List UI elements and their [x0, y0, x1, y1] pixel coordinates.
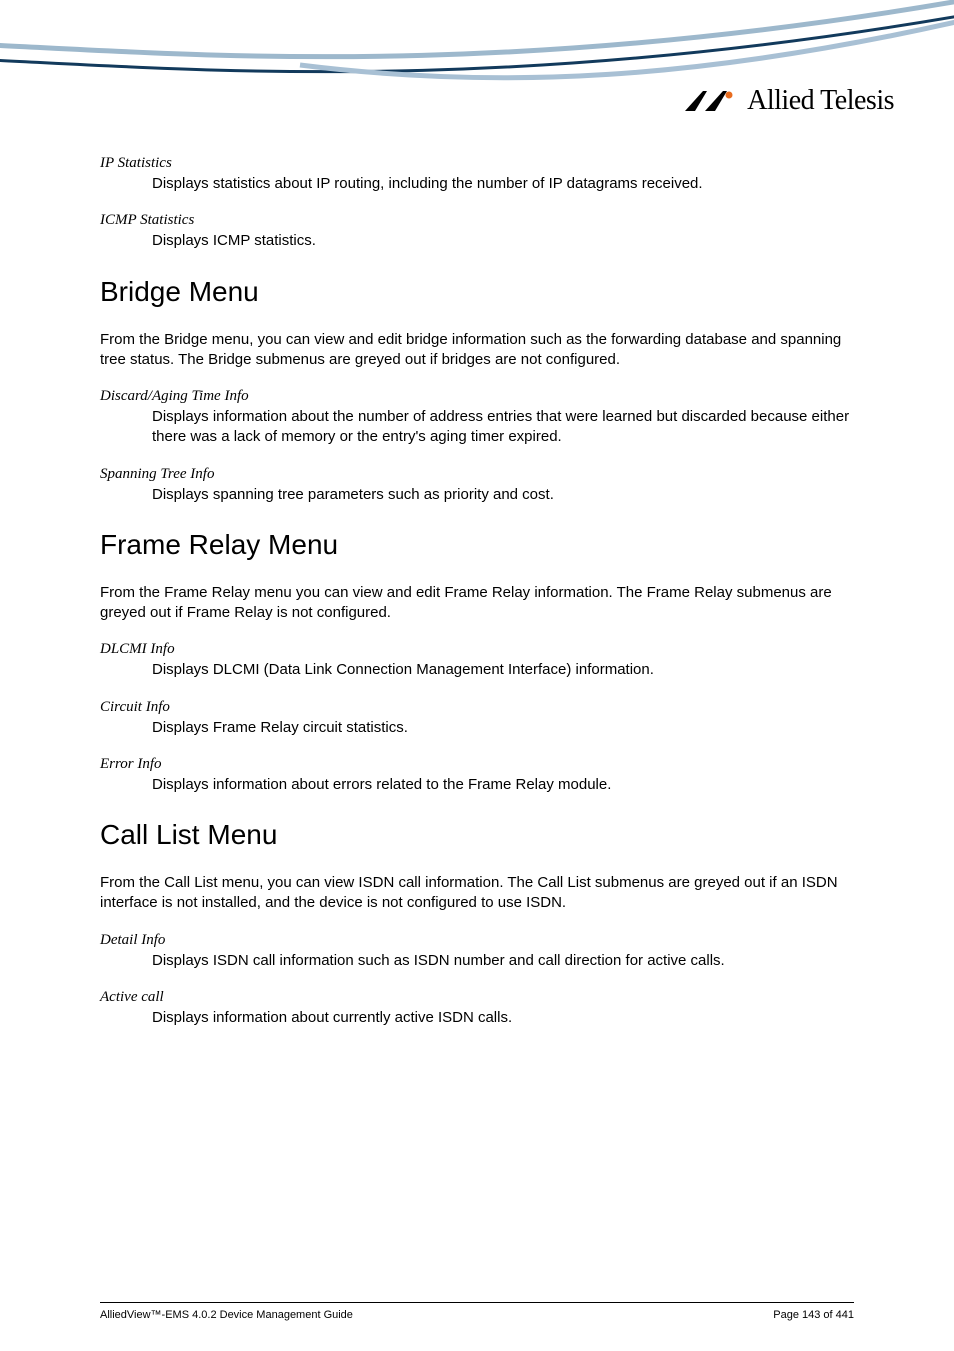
desc-dlcmi: Displays DLCMI (Data Link Connection Man…	[152, 660, 854, 680]
term-ip-statistics: IP Statistics	[100, 155, 854, 172]
term-dlcmi: DLCMI Info	[100, 641, 854, 658]
desc-detail-info: Displays ISDN call information such as I…	[152, 951, 854, 971]
desc-spanning-tree: Displays spanning tree parameters such a…	[152, 485, 854, 505]
desc-icmp-statistics: Displays ICMP statistics.	[152, 231, 854, 251]
intro-frame-relay: From the Frame Relay menu you can view a…	[100, 583, 854, 624]
brand-name: Allied Telesis	[747, 85, 894, 117]
heading-frame-relay: Frame Relay Menu	[100, 529, 854, 561]
term-error: Error Info	[100, 756, 854, 773]
term-discard-aging: Discard/Aging Time Info	[100, 388, 854, 405]
heading-call-list: Call List Menu	[100, 819, 854, 851]
desc-circuit: Displays Frame Relay circuit statistics.	[152, 718, 854, 738]
term-circuit: Circuit Info	[100, 699, 854, 716]
term-active-call: Active call	[100, 989, 854, 1006]
heading-bridge-menu: Bridge Menu	[100, 276, 854, 308]
desc-discard-aging: Displays information about the number of…	[152, 407, 854, 448]
brand-logo-icon	[685, 89, 741, 113]
footer-title: AlliedView™-EMS 4.0.2 Device Management …	[100, 1309, 353, 1321]
intro-call-list: From the Call List menu, you can view IS…	[100, 873, 854, 914]
brand: Allied Telesis	[685, 85, 894, 117]
desc-error: Displays information about errors relate…	[152, 775, 854, 795]
desc-ip-statistics: Displays statistics about IP routing, in…	[152, 174, 854, 194]
footer-page-number: Page 143 of 441	[773, 1309, 854, 1321]
term-detail-info: Detail Info	[100, 932, 854, 949]
term-spanning-tree: Spanning Tree Info	[100, 466, 854, 483]
term-icmp-statistics: ICMP Statistics	[100, 212, 854, 229]
desc-active-call: Displays information about currently act…	[152, 1008, 854, 1028]
page-content: IP Statistics Displays statistics about …	[0, 0, 954, 1028]
page-footer: AlliedView™-EMS 4.0.2 Device Management …	[100, 1302, 854, 1321]
intro-bridge-menu: From the Bridge menu, you can view and e…	[100, 330, 854, 371]
